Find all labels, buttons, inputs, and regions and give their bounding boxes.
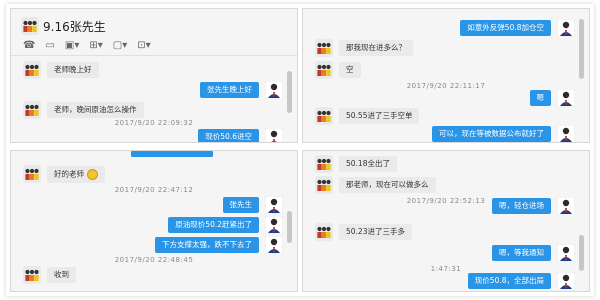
message-bubble: 空 [339,62,361,78]
message-bubble: 如意外反弹50.8加仓空 [460,20,551,36]
chat-header: 9.16张先生 ☎ ▭ ▣▾ ⊞▾ ▢▾ ⊡▾ [11,9,297,57]
message-bubble: 老师，晚间原油怎么操作 [47,102,144,118]
chat-toolbar: ☎ ▭ ▣▾ ⊞▾ ▢▾ ⊡▾ [23,41,151,51]
message-bubble: 可以，现在等被数据公布就好了 [432,126,551,142]
message-row: 嗯，等我通知 [492,244,575,262]
message-row: 嗯 [529,89,575,107]
customer-avatar[interactable] [315,176,333,194]
timestamp: 2017/9/20 22:09:32 [114,119,194,127]
message-row: 原油现价50.2赶紧出了 [168,216,283,234]
contact-avatar[interactable] [21,17,39,35]
teacher-avatar[interactable] [557,89,575,107]
message-row: 空 [315,61,361,79]
message-row: 嗯，轻仓进场 [492,197,575,215]
customer-avatar[interactable] [315,107,333,125]
message-row: 现价50.8，全部出局 [467,272,575,290]
timestamp: 2017/9/20 22:48:45 [114,256,194,264]
message-bubble: 原油现价50.2赶紧出了 [168,217,259,233]
header-divider [11,55,297,56]
teacher-avatar[interactable] [265,216,283,234]
chat-panel-4: 50.18全出了 那老师，现在可以做多么 2017/9/20 22:52:13 … [302,150,590,292]
customer-avatar[interactable] [23,101,41,119]
message-row: 收到 [23,266,76,284]
message-row: 那老师，现在可以做多么 [315,176,436,194]
message-bubble: 50.18全出了 [339,156,397,172]
teacher-avatar[interactable] [557,272,575,290]
message-bubble: 现价50.6进空 [198,129,259,142]
teacher-avatar[interactable] [557,197,575,215]
message-bubble: 嗯，等我通知 [492,245,551,261]
message-bubble: 现价50.8，全部出局 [467,273,551,289]
customer-avatar[interactable] [315,39,333,57]
message-bubble: 50.23进了三手多 [339,224,412,240]
more-icon[interactable]: ⊡▾ [137,41,150,51]
message-row: 现价50.6进空 [198,128,283,143]
smile-emoji-icon [87,168,98,180]
message-row: 如意外反弹50.8加仓空 [460,19,575,37]
screen-share-icon[interactable]: ▣▾ [65,41,79,51]
scrollbar-thumb[interactable] [579,19,584,79]
phone-icon[interactable]: ☎ [23,41,35,51]
scrollbar-thumb[interactable] [287,71,292,113]
customer-avatar[interactable] [315,61,333,79]
message-bubble: 好的老师 [47,165,105,183]
message-row: 好的老师 [23,165,105,183]
customer-avatar[interactable] [315,223,333,241]
message-row: 老师晚上好 [23,61,99,79]
teacher-avatar[interactable] [265,81,283,99]
scrollbar-thumb[interactable] [579,235,584,271]
message-row: 可以，现在等被数据公布就好了 [432,125,575,143]
message-row: 50.55进了三手空单 [315,107,420,125]
teacher-avatar[interactable] [557,125,575,143]
teacher-avatar[interactable] [557,244,575,262]
customer-avatar[interactable] [23,266,41,284]
file-transfer-icon[interactable]: ⊞▾ [89,41,102,51]
message-row: 张先生 [222,196,283,214]
scrollbar-thumb[interactable] [287,211,292,243]
message-row: 50.18全出了 [315,155,397,173]
message-bubble: 张先生 [222,197,259,213]
message-bubble: 那我现在进多么？ [339,40,413,56]
message-row: 50.23进了三手多 [315,223,412,241]
message-row: 老师，晚间原油怎么操作 [23,101,144,119]
message-row: 那我现在进多么？ [315,39,413,57]
video-icon[interactable]: ▭ [45,41,54,51]
message-bubble: 那老师，现在可以做多么 [339,177,436,193]
customer-avatar[interactable] [23,165,41,183]
teacher-avatar[interactable] [557,19,575,37]
message-bubble: 下方支撑太强，跌不下去了 [155,237,259,253]
message-row: 张先生晚上好 [200,81,283,99]
customer-avatar[interactable] [23,61,41,79]
timestamp: 2017/9/20 22:47:12 [114,186,194,194]
message-bubble: 50.55进了三手空单 [339,108,420,124]
chat-panel-2: 如意外反弹50.8加仓空 那我现在进多么？ 空 2017/9/20 22:11:… [302,8,590,143]
message-bubble-partial [131,151,213,157]
message-bubble: 张先生晚上好 [200,82,259,98]
chat-panel-3: 好的老师 2017/9/20 22:47:12 张先生 原油现价50.2赶紧出了… [10,150,298,292]
message-bubble: 收到 [47,267,76,283]
customer-avatar[interactable] [315,155,333,173]
message-bubble: 嗯 [529,90,551,106]
remote-icon[interactable]: ▢▾ [113,41,127,51]
teacher-avatar[interactable] [265,196,283,214]
chat-panel-1: 9.16张先生 ☎ ▭ ▣▾ ⊞▾ ▢▾ ⊡▾ 老师晚上好 张先生晚上好 老师，… [10,8,298,143]
chat-title: 9.16张先生 [43,20,106,34]
message-bubble: 嗯，轻仓进场 [492,198,551,214]
message-row: 下方支撑太强，跌不下去了 [155,236,283,254]
message-bubble: 老师晚上好 [47,62,99,78]
teacher-avatar[interactable] [265,128,283,143]
teacher-avatar[interactable] [265,236,283,254]
